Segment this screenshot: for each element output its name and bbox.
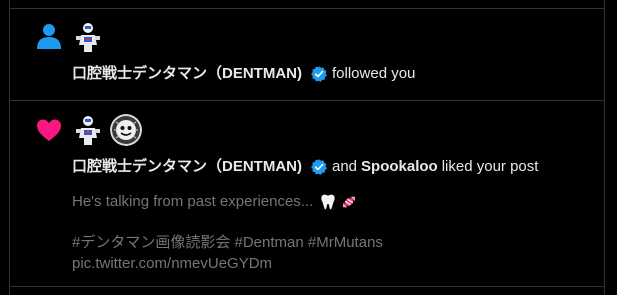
- avatar-group: [72, 114, 142, 146]
- actor-name[interactable]: 口腔戦士デンタマン（DENTMAN): [72, 157, 302, 177]
- action-text: liked your post: [441, 158, 539, 175]
- notifications-feed: 口腔戦士デンタマン（DENTMAN) followed you 口腔戦士デンタマ…: [9, 0, 605, 295]
- person-icon: [35, 22, 63, 50]
- verified-badge-icon: [310, 158, 328, 176]
- notification-line: 口腔戦士デンタマン（DENTMAN) and Spookaloo liked y…: [72, 157, 538, 177]
- notification-like[interactable]: 口腔戦士デンタマン（DENTMAN) and Spookaloo liked y…: [10, 101, 604, 287]
- spookaloo-avatar[interactable]: [110, 114, 142, 146]
- post-hashtags[interactable]: #デンタマン画像読影会 #Dentman #MrMutans: [72, 233, 383, 253]
- dentman-avatar[interactable]: [72, 114, 104, 146]
- candy-emoji-icon: [340, 193, 358, 211]
- verified-badge-icon: [310, 65, 328, 83]
- notification-follow[interactable]: 口腔戦士デンタマン（DENTMAN) followed you: [10, 9, 604, 101]
- action-text: followed you: [332, 65, 416, 82]
- second-actor-name[interactable]: Spookaloo: [361, 157, 438, 177]
- avatar-group: [72, 21, 104, 53]
- dentman-avatar[interactable]: [72, 21, 104, 53]
- heart-icon: [35, 116, 63, 144]
- post-media-link[interactable]: pic.twitter.com/nmevUeGYDm: [72, 254, 272, 274]
- tooth-emoji-icon: [319, 193, 337, 211]
- connector-text: and: [332, 158, 358, 175]
- post-preview-text[interactable]: He's talking from past experiences...: [72, 192, 358, 212]
- actor-name[interactable]: 口腔戦士デンタマン（DENTMAN): [72, 64, 302, 84]
- post-text: He's talking from past experiences...: [72, 193, 314, 210]
- notification-line: 口腔戦士デンタマン（DENTMAN) followed you: [72, 64, 415, 84]
